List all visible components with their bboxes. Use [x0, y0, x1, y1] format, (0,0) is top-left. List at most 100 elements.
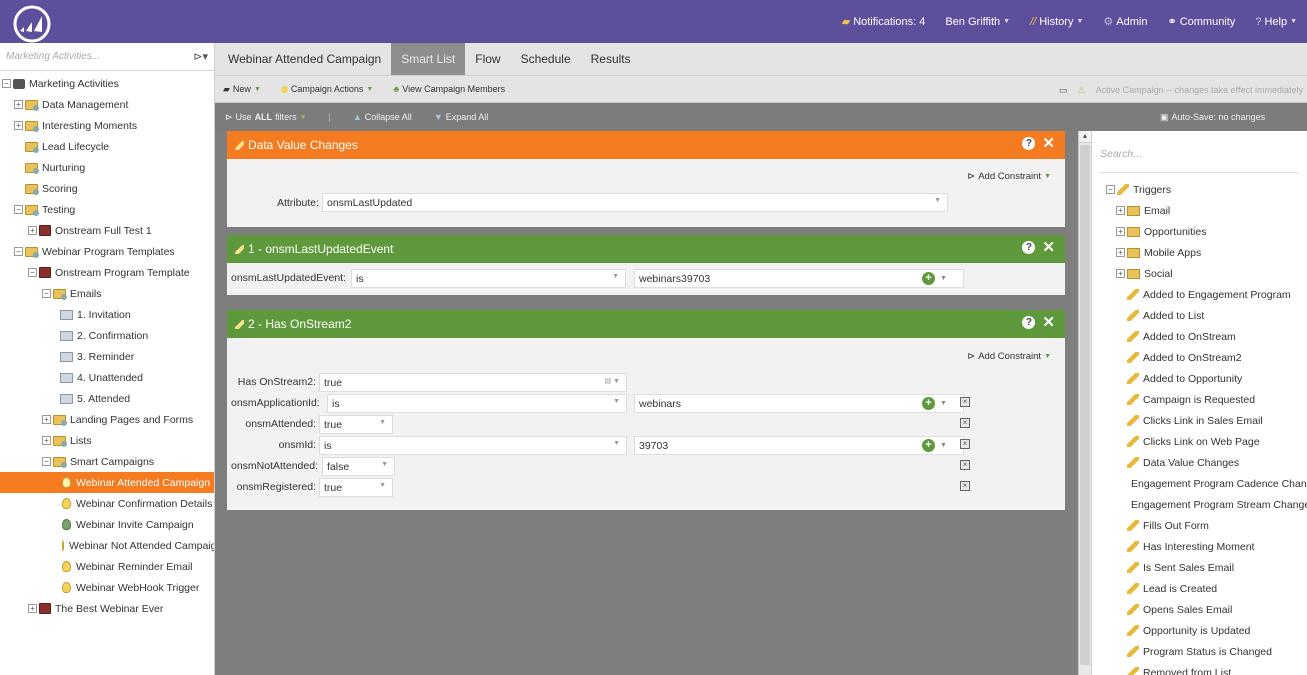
- trigger-item[interactable]: Clicks Link on Web Page: [1092, 431, 1307, 452]
- expand-icon[interactable]: +: [42, 436, 51, 445]
- collapse-icon[interactable]: −: [14, 205, 23, 214]
- application-id-value[interactable]: webinars: [634, 394, 964, 413]
- tree-node-email[interactable]: 4. Unattended: [0, 367, 214, 388]
- triggers-search-input[interactable]: Search...: [1100, 148, 1142, 160]
- info-icon[interactable]: ?: [1022, 137, 1036, 150]
- remove-constraint-icon[interactable]: ×: [960, 397, 970, 407]
- new-button[interactable]: ▰ New ▼: [223, 84, 261, 95]
- close-icon[interactable]: ✕: [1042, 315, 1055, 330]
- remove-constraint-icon[interactable]: ×: [960, 460, 970, 470]
- expand-icon[interactable]: +: [42, 415, 51, 424]
- marketo-logo[interactable]: [6, 5, 60, 43]
- info-icon[interactable]: ?: [1022, 316, 1036, 329]
- trigger-item[interactable]: Added to List: [1092, 305, 1307, 326]
- tree-node-social[interactable]: + Social: [1092, 263, 1307, 284]
- canvas-scrollbar[interactable]: ▲: [1078, 131, 1091, 675]
- add-value-icon[interactable]: +: [922, 439, 935, 452]
- tree-node-campaign[interactable]: Webinar WebHook Trigger: [0, 577, 214, 598]
- tab-flow[interactable]: Flow: [465, 43, 510, 75]
- collapse-icon[interactable]: −: [14, 247, 23, 256]
- filter-logic-button[interactable]: ⊳ Use ALL filters ▼: [225, 112, 307, 123]
- trash-icon[interactable]: ▭: [1059, 85, 1068, 96]
- user-menu[interactable]: Ben Griffith ▼: [935, 16, 1020, 28]
- scroll-up-icon[interactable]: ▲: [1079, 131, 1091, 143]
- tree-node-nurturing[interactable]: Nurturing: [0, 157, 214, 178]
- expand-icon[interactable]: +: [28, 604, 37, 613]
- expand-icon[interactable]: +: [14, 121, 23, 130]
- chevron-down-icon[interactable]: ▼: [940, 400, 947, 407]
- tree-node-onstream-program-template[interactable]: − Onstream Program Template: [0, 262, 214, 283]
- tree-node-lead-lifecycle[interactable]: Lead Lifecycle: [0, 136, 214, 157]
- close-icon[interactable]: ✕: [1042, 136, 1055, 151]
- expand-icon[interactable]: +: [1116, 269, 1125, 278]
- tree-node-interesting-moments[interactable]: + Interesting Moments: [0, 115, 214, 136]
- add-value-icon[interactable]: +: [922, 397, 935, 410]
- trigger-item[interactable]: Is Sent Sales Email: [1092, 557, 1307, 578]
- tree-node-testing[interactable]: − Testing: [0, 199, 214, 220]
- collapse-icon[interactable]: −: [2, 79, 11, 88]
- tree-node-webinar-program-templates[interactable]: − Webinar Program Templates: [0, 241, 214, 262]
- tree-node-emails[interactable]: − Emails: [0, 283, 214, 304]
- tree-node-smart-campaigns[interactable]: − Smart Campaigns: [0, 451, 214, 472]
- attended-select[interactable]: true ▼: [319, 415, 393, 434]
- add-value-icon[interactable]: +: [922, 272, 935, 285]
- trigger-item[interactable]: Program Status is Changed: [1092, 641, 1307, 662]
- scroll-thumb[interactable]: [1080, 145, 1090, 665]
- expand-all-button[interactable]: ▼ Expand All: [434, 112, 488, 122]
- trigger-item[interactable]: Fills Out Form: [1092, 515, 1307, 536]
- history-menu[interactable]: // History ▼: [1020, 16, 1093, 28]
- trigger-item[interactable]: Campaign is Requested: [1092, 389, 1307, 410]
- collapse-icon[interactable]: −: [42, 457, 51, 466]
- add-constraint-button[interactable]: ⊳ Add Constraint ▼: [967, 171, 1051, 182]
- trigger-item[interactable]: Engagement Program Cadence Changes: [1092, 473, 1307, 494]
- trigger-item[interactable]: Added to Opportunity: [1092, 368, 1307, 389]
- tree-node-campaign[interactable]: Webinar Reminder Email: [0, 556, 214, 577]
- expand-icon[interactable]: +: [1116, 248, 1125, 257]
- tree-node-opportunities[interactable]: + Opportunities: [1092, 221, 1307, 242]
- tree-node-triggers[interactable]: − Triggers: [1092, 179, 1307, 200]
- trigger-item[interactable]: Has Interesting Moment: [1092, 536, 1307, 557]
- add-constraint-button[interactable]: ⊳ Add Constraint ▼: [967, 351, 1051, 362]
- tree-node-email[interactable]: 1. Invitation: [0, 304, 214, 325]
- collapse-icon[interactable]: −: [1106, 185, 1115, 194]
- trigger-item[interactable]: Opens Sales Email: [1092, 599, 1307, 620]
- remove-constraint-icon[interactable]: ×: [960, 481, 970, 491]
- card-header[interactable]: Data Value Changes ? ✕: [227, 131, 1065, 159]
- info-icon[interactable]: ?: [1022, 241, 1036, 254]
- tab-campaign-name[interactable]: Webinar Attended Campaign: [218, 43, 391, 75]
- chevron-down-icon[interactable]: ▼: [940, 275, 947, 282]
- sidebar-search-input[interactable]: Marketing Activities...: [6, 51, 193, 62]
- collapse-all-button[interactable]: ▲ Collapse All: [353, 112, 412, 122]
- collapse-icon[interactable]: −: [42, 289, 51, 298]
- trigger-item[interactable]: Engagement Program Stream Changes: [1092, 494, 1307, 515]
- trigger-item[interactable]: Clicks Link in Sales Email: [1092, 410, 1307, 431]
- tree-node-mobile-apps[interactable]: + Mobile Apps: [1092, 242, 1307, 263]
- admin-link[interactable]: ⚙ Admin: [1093, 15, 1157, 29]
- trigger-item[interactable]: Opportunity is Updated: [1092, 620, 1307, 641]
- registered-select[interactable]: true ▼: [319, 478, 393, 497]
- tab-results[interactable]: Results: [581, 43, 641, 75]
- expand-icon[interactable]: +: [14, 100, 23, 109]
- sidebar-search[interactable]: Marketing Activities... ⊳▾: [0, 43, 214, 71]
- tree-node-scoring[interactable]: Scoring: [0, 178, 214, 199]
- collapse-icon[interactable]: −: [28, 268, 37, 277]
- card-header[interactable]: 1 - onsmLastUpdatedEvent ? ✕: [227, 235, 1065, 263]
- tree-node-email[interactable]: + Email: [1092, 200, 1307, 221]
- chevron-down-icon[interactable]: ▼: [940, 442, 947, 449]
- attribute-select[interactable]: onsmLastUpdated ▼: [322, 193, 948, 212]
- not-attended-select[interactable]: false ▼: [322, 457, 395, 476]
- tree-node-lists[interactable]: + Lists: [0, 430, 214, 451]
- trigger-item[interactable]: Added to OnStream2: [1092, 347, 1307, 368]
- tree-node-email[interactable]: 2. Confirmation: [0, 325, 214, 346]
- tree-node-campaign[interactable]: Webinar Confirmation Details: [0, 493, 214, 514]
- card-header[interactable]: 2 - Has OnStream2 ? ✕: [227, 310, 1065, 338]
- filter-icon[interactable]: ⊳▾: [193, 50, 208, 63]
- tree-node-campaign[interactable]: Webinar Not Attended Campaign: [0, 535, 214, 556]
- help-menu[interactable]: ? Help ▼: [1245, 16, 1307, 28]
- remove-constraint-icon[interactable]: ×: [960, 439, 970, 449]
- trigger-item[interactable]: Added to OnStream: [1092, 326, 1307, 347]
- tab-smart-list[interactable]: Smart List: [391, 43, 466, 75]
- expand-icon[interactable]: +: [28, 226, 37, 235]
- expand-icon[interactable]: +: [1116, 227, 1125, 236]
- close-icon[interactable]: ✕: [1042, 240, 1055, 255]
